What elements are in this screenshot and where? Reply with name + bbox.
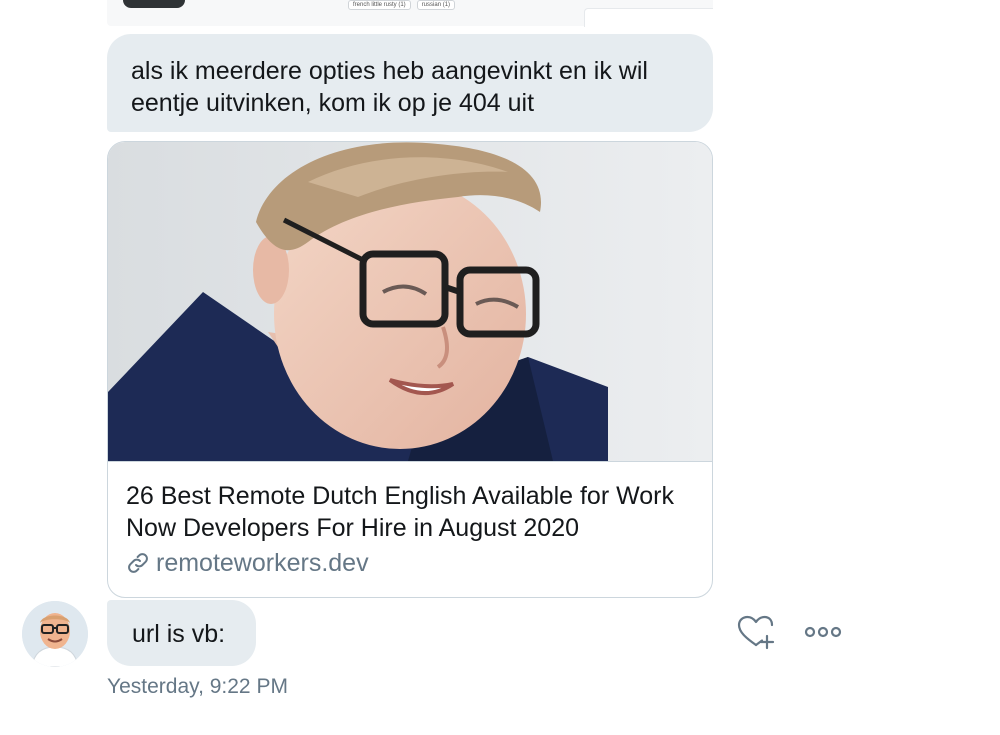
- card-preview-image: [108, 142, 712, 461]
- avatar[interactable]: [22, 601, 88, 667]
- message-timestamp: Yesterday, 9:22 PM: [107, 675, 288, 698]
- message-text: als ik meerdere opties heb aangevinkt en…: [131, 57, 648, 117]
- media-tag: russian (1): [416, 0, 456, 10]
- heart-plus-icon: [737, 615, 775, 650]
- video-duration-badge: [123, 0, 185, 8]
- avatar-image: [22, 601, 88, 667]
- more-options-button[interactable]: [803, 620, 843, 644]
- like-button[interactable]: [736, 614, 776, 650]
- card-domain[interactable]: remoteworkers.dev: [126, 548, 369, 578]
- message-text: url is vb:: [132, 620, 226, 648]
- card-domain-text: remoteworkers.dev: [156, 549, 369, 577]
- card-title[interactable]: 26 Best Remote Dutch English Available f…: [126, 480, 696, 544]
- message-bubble[interactable]: url is vb:: [107, 600, 256, 666]
- link-icon: [128, 553, 148, 573]
- message-bubble[interactable]: als ik meerdere opties heb aangevinkt en…: [107, 34, 713, 132]
- previous-media-message[interactable]: french little rusty (1) russian (1): [107, 0, 713, 27]
- card-divider: [108, 461, 712, 462]
- more-dots-icon: [804, 626, 842, 638]
- previous-media-tags: french little rusty (1) russian (1): [348, 0, 456, 10]
- previous-media-panel: [584, 8, 713, 27]
- media-tag: french little rusty (1): [348, 0, 411, 10]
- link-preview-card[interactable]: 26 Best Remote Dutch English Available f…: [107, 141, 713, 598]
